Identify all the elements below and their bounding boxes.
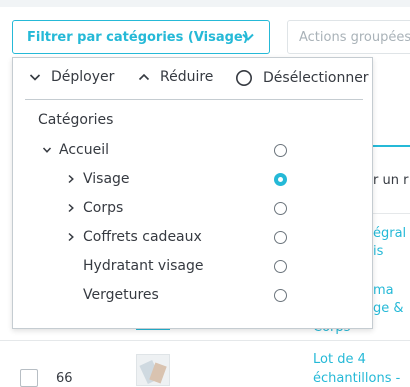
category-tree-title: Catégories <box>38 112 114 128</box>
radio-empty-icon <box>236 70 252 86</box>
toolbar-divider <box>25 99 363 100</box>
product-link-fragment[interactable]: is <box>373 244 383 259</box>
bulk-actions-label: Actions groupées <box>299 30 410 45</box>
product-id: 66 <box>56 371 73 386</box>
deselect-button[interactable]: Désélectionner <box>235 69 369 87</box>
tree-item-corps[interactable]: Corps <box>13 197 372 221</box>
category-radio[interactable] <box>274 231 287 244</box>
deselect-label: Désélectionner <box>263 70 369 86</box>
table-header-underline <box>373 145 410 147</box>
product-name-line[interactable]: Lot de 4 <box>313 352 366 367</box>
chevron-down-icon <box>29 74 41 81</box>
bulk-actions-button[interactable]: Actions groupées <box>287 20 410 54</box>
tree-item-label: Accueil <box>59 142 109 158</box>
chevron-right-icon[interactable] <box>66 174 76 184</box>
category-radio-selected[interactable] <box>274 173 287 186</box>
chevron-down-icon <box>242 33 254 41</box>
top-strip <box>0 0 410 7</box>
chevron-up-icon <box>138 73 150 81</box>
tree-item-accueil[interactable]: Accueil <box>13 139 372 163</box>
tree-item-label: Coffrets cadeaux <box>83 229 202 245</box>
tree-item-hydratant-visage[interactable]: Hydratant visage <box>13 255 372 279</box>
thumbnail-edge <box>136 329 170 330</box>
expand-all-button[interactable]: Déployer <box>29 69 114 85</box>
row-select-checkbox[interactable] <box>20 369 38 387</box>
tree-item-visage[interactable]: Visage <box>13 168 372 192</box>
tree-item-label: Corps <box>83 200 124 216</box>
category-radio[interactable] <box>274 202 287 215</box>
category-radio[interactable] <box>274 260 287 273</box>
product-name-line[interactable]: échantillons - <box>313 371 400 386</box>
category-filter-dropdown: Déployer Réduire Désélectionner Catégori… <box>12 57 373 329</box>
category-radio[interactable] <box>274 289 287 302</box>
tree-item-label: Vergetures <box>83 287 159 303</box>
chevron-down-icon[interactable] <box>42 145 52 155</box>
expand-all-label: Déployer <box>51 69 115 85</box>
product-link-fragment[interactable]: ge & <box>373 301 404 316</box>
tree-item-vergetures[interactable]: Vergetures <box>13 284 372 308</box>
tree-item-label: Hydratant visage <box>83 258 204 274</box>
category-radio[interactable] <box>274 144 287 157</box>
tree-item-coffrets-cadeaux[interactable]: Coffrets cadeaux <box>13 226 372 250</box>
chevron-right-icon[interactable] <box>66 203 76 213</box>
collapse-all-label: Réduire <box>160 69 214 85</box>
product-link-fragment[interactable]: égral <box>373 226 406 241</box>
filter-by-category-button[interactable]: Filtrer par catégories (Visage) <box>12 20 270 54</box>
table-divider <box>373 213 410 214</box>
product-link-fragment[interactable]: ma <box>373 283 394 298</box>
filter-button-label: Filtrer par catégories (Visage) <box>27 29 249 45</box>
collapse-all-button[interactable]: Réduire <box>138 69 213 85</box>
tree-item-label: Visage <box>83 171 130 187</box>
tree-toolbar: Déployer Réduire Désélectionner <box>13 58 372 98</box>
product-thumbnail[interactable] <box>136 354 170 386</box>
table-divider <box>0 340 410 341</box>
chevron-right-icon[interactable] <box>66 232 76 242</box>
table-cell-text: r un r <box>373 173 409 188</box>
